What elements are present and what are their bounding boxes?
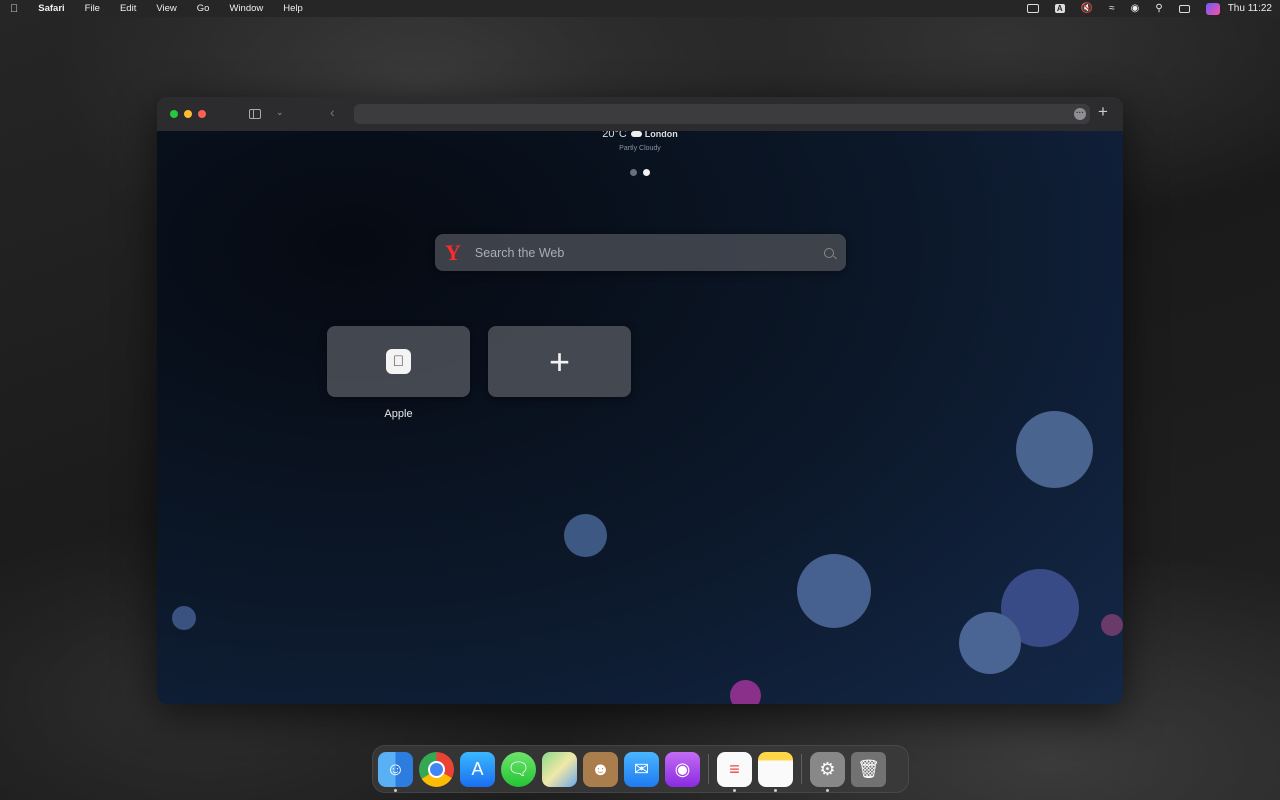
menu-window[interactable]: Window — [229, 3, 263, 14]
decorative-bubble — [172, 606, 196, 630]
weather-temperature: 20°C — [602, 131, 627, 140]
weather-widget[interactable]: 20°C London Partly Cloudy — [157, 131, 1123, 152]
favorite-tile-apple[interactable]:  — [327, 326, 470, 397]
dock-podcasts-icon[interactable]: ◉ — [665, 751, 700, 787]
menu-edit[interactable]: Edit — [120, 3, 136, 14]
yandex-logo-icon: Y — [445, 239, 461, 265]
page-dot-2[interactable] — [643, 169, 650, 176]
menu-bar:  Safari File Edit View Go Window Help A… — [0, 0, 1280, 17]
page-indicator — [157, 169, 1123, 176]
weather-condition: Partly Cloudy — [619, 145, 661, 152]
dock-notes-icon[interactable] — [758, 751, 793, 792]
user-icon[interactable]: ◉ — [1131, 3, 1140, 14]
siri-icon[interactable] — [1205, 2, 1220, 15]
menu-clock[interactable]: Thu 11:22 — [1228, 3, 1272, 14]
menu-file[interactable]: File — [85, 3, 100, 14]
wifi-icon[interactable]: ≈ — [1109, 3, 1115, 14]
dock-maps-icon[interactable] — [542, 751, 577, 787]
more-options-icon[interactable]: ··· — [1074, 108, 1086, 120]
dock-chrome-icon[interactable] — [419, 751, 454, 787]
menu-go[interactable]: Go — [197, 3, 210, 14]
dock-messages-icon[interactable]: 🗨 — [501, 751, 536, 787]
address-bar[interactable]: ··· — [354, 104, 1090, 124]
decorative-bubble — [1016, 411, 1093, 488]
decorative-bubble — [1101, 614, 1123, 636]
dock-separator — [708, 754, 709, 784]
dock-reminders-icon[interactable]: ≡ — [717, 751, 752, 792]
page-dot-1[interactable] — [630, 169, 637, 176]
menu-help[interactable]: Help — [283, 3, 303, 14]
new-tab-button[interactable]: + — [1098, 102, 1108, 122]
dock-trash-icon[interactable]: 🗑 — [851, 751, 886, 787]
mute-icon[interactable]: 🔇 — [1081, 3, 1093, 14]
close-button[interactable] — [170, 110, 178, 118]
dock-app-store-icon[interactable]: A — [460, 751, 495, 787]
spotlight-search-icon[interactable]: ⚲ — [1155, 3, 1162, 14]
zoom-button[interactable] — [198, 110, 206, 118]
dock-system-settings-icon[interactable]: ⚙ — [810, 751, 845, 792]
menu-app-name[interactable]: Safari — [38, 3, 64, 14]
control-center-icon[interactable] — [1178, 4, 1190, 13]
dock-contacts-icon[interactable]: ☻ — [583, 751, 618, 787]
decorative-bubble — [564, 514, 607, 557]
dock-mail-icon[interactable]: ✉ — [624, 751, 659, 787]
decorative-bubble — [959, 612, 1021, 674]
dock: ☺ A 🗨 ☻ ✉ ◉ ≡ ⚙ 🗑 — [372, 745, 909, 793]
menu-view[interactable]: View — [156, 3, 176, 14]
dock-separator — [801, 754, 802, 784]
decorative-bubble — [797, 554, 871, 628]
apple-logo-icon:  — [386, 349, 411, 374]
favorite-label-apple: Apple — [384, 408, 413, 420]
back-button[interactable]: ‹ — [330, 104, 335, 120]
web-search-box[interactable]: Y Search the Web — [435, 234, 846, 271]
search-input[interactable]: Search the Web — [475, 246, 824, 260]
search-icon[interactable] — [824, 247, 834, 258]
airplay-icon[interactable] — [1026, 4, 1039, 13]
add-favorite-button[interactable]: + — [488, 326, 631, 397]
start-page: 20°C London Partly Cloudy Y Search the W… — [157, 131, 1123, 704]
dock-finder-icon[interactable]: ☺ — [378, 751, 413, 792]
input-source-icon[interactable]: A — [1054, 4, 1065, 13]
browser-toolbar: ⌄ ‹ ··· + — [157, 97, 1123, 131]
apple-menu-icon[interactable]:  — [10, 3, 18, 15]
safari-window: ⌄ ‹ ··· + 20°C London Partly Cloudy Y Se… — [157, 97, 1123, 704]
minimize-button[interactable] — [184, 110, 192, 118]
cloud-icon — [630, 131, 642, 137]
chevron-down-icon[interactable]: ⌄ — [276, 107, 284, 118]
decorative-bubble — [730, 680, 761, 704]
plus-icon: + — [548, 340, 571, 382]
weather-city: London — [644, 131, 678, 139]
sidebar-toggle-icon[interactable] — [249, 109, 261, 119]
window-controls — [170, 110, 212, 118]
